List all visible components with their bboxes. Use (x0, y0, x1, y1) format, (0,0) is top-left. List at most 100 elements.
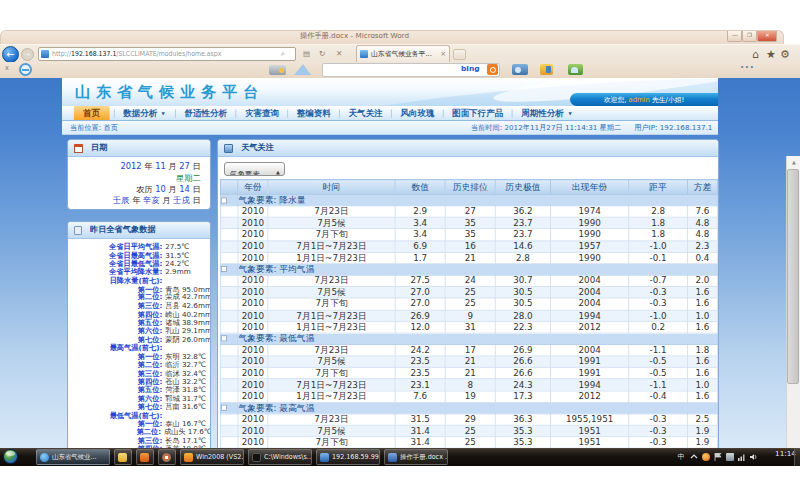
column-header[interactable]: 历史极值 (495, 179, 550, 194)
column-header[interactable]: 出现年份 (551, 179, 629, 194)
extension-icon-1[interactable] (512, 64, 528, 75)
table-row[interactable]: 20107月23日24.21726.92004-1.11.8 (220, 344, 717, 356)
nav-item[interactable]: 整编资料 (288, 108, 339, 120)
site-banner: 山东省气候业务平台 欢迎您, admin 先生/小姐! (62, 78, 718, 106)
column-header[interactable]: 方差 (688, 179, 718, 194)
nav-item[interactable]: 数据分析 ▼ (115, 108, 176, 120)
site-title: 山东省气候业务平台 (75, 83, 264, 102)
table-row[interactable]: 20107月下旬23.52126.61991-0.51.6 (220, 368, 717, 380)
nav-item[interactable]: 周期性分析 ▼ (513, 108, 582, 120)
nav-item[interactable]: 图面下行产品 (444, 108, 512, 120)
close-button[interactable]: ✕ (757, 31, 777, 42)
group-row[interactable]: 气象要素: 平均气温 (220, 264, 717, 275)
table-row[interactable]: 20107月1日~7月23日23.1824.31994-1.11.0 (220, 379, 717, 391)
mail-icon[interactable] (294, 64, 311, 75)
column-header[interactable]: 年份 (238, 179, 268, 194)
column-header[interactable]: 数值 (395, 179, 445, 194)
nav-item[interactable]: 天气关注 (340, 108, 391, 120)
scroll-up-icon[interactable]: ▲ (787, 156, 800, 169)
taskbar-media-app[interactable] (158, 449, 176, 465)
monitor-icon[interactable] (726, 453, 734, 461)
taskbar-clock[interactable]: 11:14 (775, 450, 796, 458)
weather-stat-line: 第六位:乳山 29.1mm (68, 327, 211, 335)
input-method-indicator[interactable]: 中 (678, 452, 685, 462)
table-row[interactable]: 20107月23日2.92736.219742.87.6 (220, 206, 717, 218)
start-button[interactable] (3, 449, 18, 464)
taskbar-button[interactable]: Win2008 (VS2... (180, 449, 244, 465)
table-row[interactable]: 20107月5候3.43523.719901.84.8 (220, 217, 717, 229)
speaker-icon[interactable] (750, 453, 758, 461)
tray-caret-icon[interactable] (690, 453, 698, 461)
expand-checkbox[interactable] (221, 197, 227, 203)
column-header[interactable]: 距平 (629, 179, 688, 194)
url-scheme: http:// (52, 50, 71, 57)
taskbar-active-window[interactable]: 山东省气候业... (36, 449, 110, 465)
scrollbar-thumb[interactable] (787, 169, 799, 384)
show-desktop-button[interactable] (794, 448, 800, 466)
table-row[interactable]: 20107月下旬27.02530.52004-0.31.6 (220, 298, 717, 310)
taskbar-app-orange[interactable] (136, 449, 154, 465)
table-row[interactable]: 20107月5候31.42535.31951-0.31.9 (220, 425, 717, 437)
extension-icon-3[interactable] (568, 64, 583, 75)
network-icon[interactable] (738, 453, 746, 461)
firefox-tray-icon[interactable] (702, 453, 710, 461)
group-row[interactable]: 气象要素: 降水量 (220, 194, 717, 205)
element-filter-button[interactable]: 气象要素▲ (224, 162, 285, 176)
main-nav-bar: 首页数据分析 ▼舒适性分析灾害查询整编资料天气关注风向玫瑰图面下行产品周期性分析… (62, 106, 718, 121)
status-info: 当前时间: 2012年11月27日 11:14:31 星期二用户IP: 192.… (458, 123, 712, 133)
table-row[interactable]: 20107月5候23.52126.61991-0.51.6 (220, 356, 717, 368)
taskbar-button[interactable]: 操作手册.docx ... (384, 449, 448, 465)
taskbar-button[interactable]: 192.168.59.99... (316, 449, 380, 465)
expand-checkbox[interactable] (221, 336, 227, 342)
column-header[interactable]: 历史排位 (445, 179, 495, 194)
table-row[interactable]: 20101月1日~7月23日7.61917.32012-0.41.6 (220, 391, 717, 403)
table-row[interactable]: 20101月1日~7月23日12.03122.320120.21.6 (220, 321, 717, 333)
table-row[interactable]: 20107月1日~7月23日6.91614.61957-1.02.3 (220, 241, 717, 253)
nav-item[interactable]: 灾害查询 (236, 108, 287, 120)
tools-icon[interactable]: ⚙ (780, 48, 790, 61)
favorites-icon[interactable]: ★ (766, 48, 776, 61)
table-row[interactable]: 20107月5候27.02530.52004-0.31.6 (220, 287, 717, 299)
group-row[interactable]: 气象要素: 最高气温 (220, 402, 717, 413)
more-icon[interactable]: ••• (740, 64, 754, 72)
expand-checkbox[interactable] (221, 266, 227, 272)
table-row[interactable]: 20107月下旬31.42535.31951-0.31.9 (220, 437, 717, 448)
media-icon (162, 453, 171, 462)
maximize-button[interactable]: ❐ (742, 31, 757, 42)
expand-checkbox[interactable] (221, 405, 227, 411)
group-row[interactable]: 气象要素: 最低气温 (220, 333, 717, 344)
table-row[interactable]: 20107月23日27.52430.72004-0.72.0 (220, 275, 717, 287)
back-button[interactable]: ← (2, 46, 19, 63)
nav-item[interactable]: 风向玫瑰 (392, 108, 443, 120)
extension-icon-2[interactable] (540, 64, 553, 75)
toolbar-close-icon[interactable]: x (5, 64, 9, 71)
rdp-icon (320, 453, 329, 462)
taskbar-explorer[interactable] (114, 449, 132, 465)
home-icon[interactable]: ⌂ (752, 48, 759, 61)
table-row[interactable]: 20107月下旬3.43523.719901.84.8 (220, 229, 717, 241)
calendar-icon (74, 144, 83, 153)
refresh-icon[interactable]: ↻ (319, 49, 325, 57)
weather-stat-line: 第二位:荣成 42.7mm (68, 293, 211, 301)
table-row[interactable]: 20107月23日31.52936.31955,1951-0.32.5 (220, 414, 717, 426)
minimize-button[interactable]: — (727, 31, 742, 42)
compatibility-icon[interactable]: ▤ (303, 49, 310, 57)
new-tab-button[interactable] (453, 49, 466, 60)
app-icon (224, 144, 233, 153)
search-icon[interactable]: ⌕ (281, 49, 285, 58)
forward-button[interactable]: → (21, 48, 34, 61)
taskbar-button[interactable]: C:\Windows\s... (248, 449, 312, 465)
stop-icon[interactable]: ✕ (336, 49, 342, 57)
dropdown-arrow-icon: ▼ (568, 111, 571, 116)
camera-icon[interactable] (269, 65, 286, 75)
bing-search-button[interactable] (487, 64, 498, 75)
column-header[interactable]: 时间 (268, 179, 395, 194)
blocked-icon[interactable] (19, 63, 32, 76)
nav-item[interactable]: 首页 (74, 106, 110, 121)
date-panel-header: 日期 (68, 140, 210, 157)
flag-icon[interactable] (714, 453, 722, 461)
nav-item[interactable]: 舒适性分析 (176, 108, 236, 120)
table-row[interactable]: 20107月1日~7月23日26.9928.01994-1.01.0 (220, 310, 717, 322)
table-row[interactable]: 20101月1日~7月23日1.7212.81990-0.10.4 (220, 252, 717, 264)
tab-close-icon[interactable]: × (440, 50, 446, 58)
